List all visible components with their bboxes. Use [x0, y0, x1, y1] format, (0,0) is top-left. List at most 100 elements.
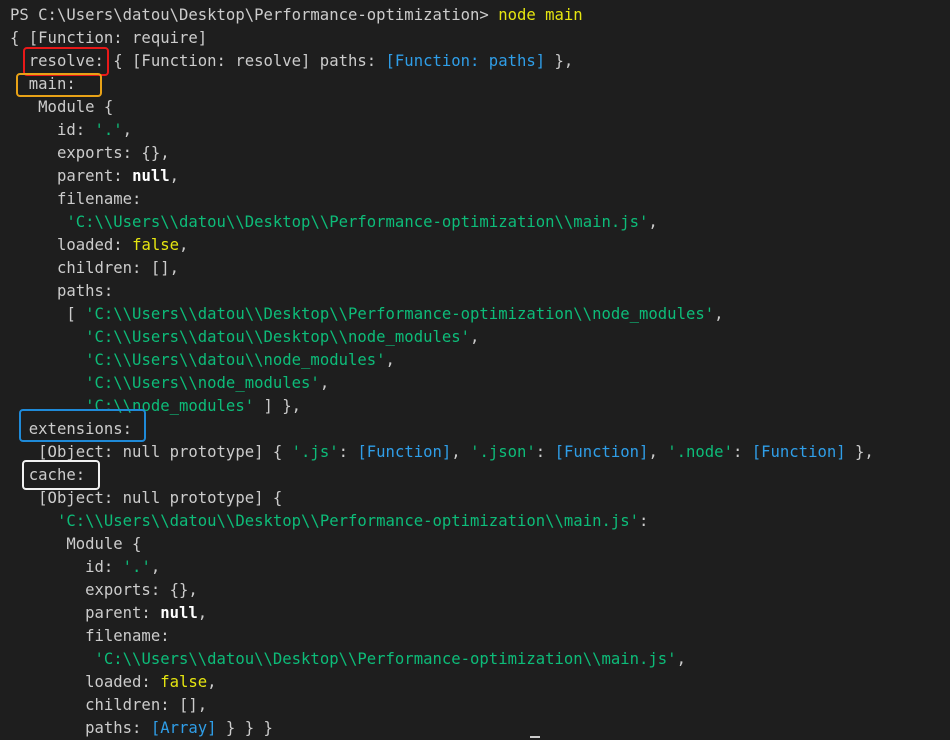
terminal-token: null [160, 604, 198, 622]
terminal-line: Module { [10, 96, 113, 119]
terminal-line: 'C:\\Users\\datou\\Desktop\\Performance-… [10, 510, 648, 533]
terminal-token: Module { [10, 98, 114, 116]
terminal-token: } } } [216, 719, 273, 737]
terminal-token: paths: [10, 719, 151, 737]
terminal-line: 'C:\\Users\\datou\\Desktop\\Performance-… [10, 211, 658, 234]
terminal-token: [Object: null prototype] { [10, 443, 292, 461]
terminal-token: , [207, 673, 217, 691]
terminal-token: id: [10, 121, 95, 139]
terminal-line: exports: {}, [10, 142, 170, 165]
terminal-token: [Function: paths] [385, 52, 546, 70]
terminal-line: children: [], [10, 257, 179, 280]
terminal-token: , [451, 443, 471, 461]
terminal-token: '.node' [667, 443, 733, 461]
terminal-token: [Function] [554, 443, 649, 461]
terminal-token: 'C:\\Users\\node_modules' [85, 374, 320, 392]
terminal-token: }, [545, 52, 574, 70]
terminal-line: 'C:\\Users\\datou\\Desktop\\Performance-… [10, 648, 686, 671]
terminal-token: '.' [122, 558, 151, 576]
terminal-token: filename: [10, 627, 170, 645]
terminal-token: 'C:\\Users\\datou\\Desktop\\Performance-… [94, 650, 677, 668]
terminal-line: paths: [10, 280, 113, 303]
terminal-token: extensions: [10, 420, 133, 438]
terminal-token: , [122, 121, 133, 139]
terminal-token: false [132, 236, 180, 254]
terminal-token: [Function] [357, 443, 452, 461]
terminal-token: : [338, 443, 358, 461]
terminal-token: [Object: null prototype] { [10, 489, 283, 507]
terminal-token: [Function] [751, 443, 846, 461]
terminal-line: id: '.', [10, 556, 160, 579]
terminal-token: filename: [10, 190, 142, 208]
terminal-token: ] }, [254, 397, 302, 415]
terminal-token: paths: [10, 282, 114, 300]
terminal-token: , [179, 236, 189, 254]
terminal-token: , [676, 650, 686, 668]
terminal-token: 'C:\\Users\\datou\\node_modules' [85, 351, 386, 369]
terminal-token: , [169, 167, 180, 185]
terminal-token: , [648, 443, 668, 461]
terminal-token: , [714, 305, 724, 323]
terminal-token: cache: [10, 466, 86, 484]
terminal-token: main: [10, 75, 76, 93]
terminal-line: loaded: false, [10, 671, 217, 694]
terminal-cursor [530, 736, 540, 738]
terminal-line: { [Function: require] [10, 27, 207, 50]
terminal-token: 'C:\\Users\\datou\\Desktop\\Performance-… [66, 213, 649, 231]
terminal-line: id: '.', [10, 119, 132, 142]
terminal-line: 'C:\\Users\\datou\\Desktop\\node_modules… [10, 326, 479, 349]
terminal-token: { [Function: require] [10, 29, 208, 47]
terminal-token: parent: [10, 167, 133, 185]
terminal-token: children: [], [10, 259, 179, 277]
terminal-token: , [197, 604, 208, 622]
terminal-token: }, [845, 443, 874, 461]
terminal-line: resolve: { [Function: resolve] paths: [F… [10, 50, 574, 73]
terminal-line: cache: [10, 464, 85, 487]
terminal-output[interactable]: PS C:\Users\datou\Desktop\Performance-op… [0, 0, 950, 740]
terminal-line: children: [], [10, 694, 207, 717]
terminal-token: loaded: [10, 673, 161, 691]
terminal-token: [ [10, 305, 86, 323]
terminal-token: '.js' [291, 443, 339, 461]
terminal-token: 'C:\\Users\\datou\\Desktop\\Performance-… [85, 305, 715, 323]
terminal-line: parent: null, [10, 602, 207, 625]
terminal-token: , [470, 328, 480, 346]
terminal-token: 'C:\\Users\\datou\\Desktop\\node_modules… [85, 328, 471, 346]
terminal-token: , [648, 213, 658, 231]
terminal-line: PS C:\Users\datou\Desktop\Performance-op… [10, 4, 583, 27]
terminal-token: id: [10, 558, 123, 576]
terminal-token: Module { [10, 535, 142, 553]
terminal-line: 'C:\\node_modules' ] }, [10, 395, 301, 418]
terminal-token: , [319, 374, 330, 392]
terminal-line: [Object: null prototype] { [10, 487, 282, 510]
terminal-token: loaded: [10, 236, 133, 254]
terminal-line: paths: [Array] } } } [10, 717, 273, 740]
terminal-token: 'C:\\Users\\datou\\Desktop\\Performance-… [56, 512, 640, 530]
terminal-line: filename: [10, 625, 170, 648]
terminal-token: : [535, 443, 555, 461]
terminal-token: '.json' [470, 443, 536, 461]
terminal-token: 'C:\\node_modules' [85, 397, 255, 415]
terminal-token: false [160, 673, 208, 691]
terminal-token: resolve: { [Function: resolve] paths: [10, 52, 386, 70]
terminal-line: exports: {}, [10, 579, 198, 602]
terminal-token: PS C:\Users\datou\Desktop\Performance-op… [10, 6, 499, 24]
terminal-token: exports: {}, [10, 144, 170, 162]
terminal-line: loaded: false, [10, 234, 188, 257]
terminal-line: Module { [10, 533, 141, 556]
terminal-line: parent: null, [10, 165, 179, 188]
terminal-token: , [150, 558, 161, 576]
terminal-token: [Array] [150, 719, 217, 737]
terminal-line: [Object: null prototype] { '.js': [Funct… [10, 441, 874, 464]
terminal-line: [ 'C:\\Users\\datou\\Desktop\\Performanc… [10, 303, 724, 326]
terminal-token: null [132, 167, 170, 185]
terminal-token: : [639, 512, 649, 530]
terminal-line: filename: [10, 188, 142, 211]
terminal-line: main: [10, 73, 76, 96]
terminal-token: , [385, 351, 395, 369]
